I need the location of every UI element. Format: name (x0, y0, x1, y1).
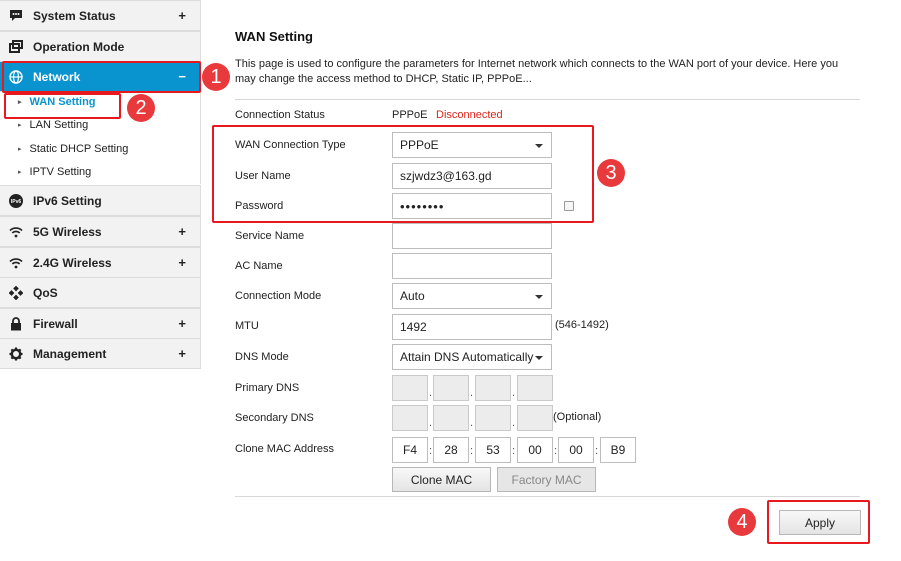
primary-dns-octet-2 (433, 375, 469, 401)
sidebar-subitem-lan-setting[interactable]: ▸ LAN Setting (18, 119, 88, 131)
primary-dns-octet-4 (517, 375, 553, 401)
expand-icon[interactable]: + (178, 346, 186, 361)
colon-separator: : (595, 445, 599, 457)
sidebar-item-label: System Status (33, 8, 116, 23)
step-badge-3: 3 (597, 159, 625, 187)
colon-separator: : (554, 445, 558, 457)
service-name-input[interactable] (392, 223, 552, 249)
svg-text:IPv6: IPv6 (11, 199, 22, 205)
sidebar-item-label: Firewall (33, 316, 78, 331)
page-description: This page is used to configure the param… (235, 58, 839, 85)
mac-octet-2[interactable]: 28 (433, 437, 469, 463)
dns-mode-select[interactable]: Attain DNS Automatically (392, 344, 552, 370)
sidebar-item-label: QoS (33, 285, 58, 300)
sidebar-subitem-iptv-setting[interactable]: ▸ IPTV Setting (18, 166, 91, 178)
sidebar-item-label: 5G Wireless (33, 224, 102, 239)
divider (235, 496, 860, 497)
divider (235, 99, 860, 100)
wifi-icon (9, 225, 23, 239)
dot-separator: . (512, 417, 516, 429)
secondary-dns-octet-2 (433, 405, 469, 431)
ac-name-label: AC Name (235, 260, 283, 272)
sidebar-item-5g-wireless[interactable]: 5G Wireless + (0, 216, 201, 247)
secondary-dns-octet-1 (392, 405, 428, 431)
step-badge-4: 4 (728, 508, 756, 536)
step-badge-1: 1 (202, 63, 230, 91)
connection-status-type: PPPoE (392, 109, 428, 121)
colon-separator: : (512, 445, 516, 457)
colon-separator: : (429, 445, 433, 457)
secondary-dns-hint: (Optional) (553, 411, 602, 423)
mtu-range-hint: (546-1492) (555, 319, 609, 331)
colon-separator: : (470, 445, 474, 457)
dot-separator: . (470, 387, 474, 399)
mtu-label: MTU (235, 320, 259, 332)
mtu-input[interactable]: 1492 (392, 314, 552, 340)
bullet-icon: ▸ (18, 146, 22, 153)
expand-icon[interactable]: + (178, 255, 186, 270)
primary-dns-octet-3 (475, 375, 511, 401)
lock-icon (9, 316, 23, 331)
sidebar-item-management[interactable]: Management + (0, 338, 201, 369)
bullet-icon: ▸ (18, 122, 22, 129)
mac-octet-1[interactable]: F4 (392, 437, 428, 463)
sidebar-item-label: IPv6 Setting (33, 193, 102, 208)
wifi-icon (9, 256, 23, 270)
highlight-apply (767, 500, 870, 544)
mac-octet-5[interactable]: 00 (558, 437, 594, 463)
sidebar-item-qos[interactable]: QoS (0, 277, 201, 308)
sidebar-item-operation-mode[interactable]: Operation Mode (0, 31, 201, 62)
service-name-label: Service Name (235, 230, 305, 242)
page-title: WAN Setting (235, 29, 313, 44)
expand-icon[interactable]: + (178, 316, 186, 331)
connection-mode-select[interactable]: Auto (392, 283, 552, 309)
dot-separator: . (429, 387, 433, 399)
windows-icon (9, 40, 23, 54)
connection-status-state: Disconnected (436, 109, 503, 121)
sidebar-subitem-static-dhcp[interactable]: ▸ Static DHCP Setting (18, 143, 128, 155)
sidebar-item-firewall[interactable]: Firewall + (0, 308, 201, 339)
mac-octet-3[interactable]: 53 (475, 437, 511, 463)
factory-mac-button[interactable]: Factory MAC (497, 467, 596, 492)
connection-mode-label: Connection Mode (235, 290, 322, 302)
mac-octet-4[interactable]: 00 (517, 437, 553, 463)
mac-octet-6[interactable]: B9 (600, 437, 636, 463)
sidebar-item-ipv6-setting[interactable]: IPv6 IPv6 Setting (0, 185, 201, 216)
secondary-dns-octet-4 (517, 405, 553, 431)
clone-mac-label: Clone MAC Address (235, 443, 335, 455)
dot-separator: . (429, 417, 433, 429)
primary-dns-octet-1 (392, 375, 428, 401)
clone-mac-button[interactable]: Clone MAC (392, 467, 491, 492)
sidebar-item-label: 2.4G Wireless (33, 255, 112, 270)
bullet-icon: ▸ (18, 169, 22, 176)
primary-dns-label: Primary DNS (235, 382, 300, 394)
highlight-credentials (212, 125, 594, 223)
sidebar-item-24g-wireless[interactable]: 2.4G Wireless + (0, 247, 201, 278)
sidebar-item-system-status[interactable]: System Status + (0, 0, 201, 31)
dot-separator: . (470, 417, 474, 429)
secondary-dns-octet-3 (475, 405, 511, 431)
ac-name-input[interactable] (392, 253, 552, 279)
ipv6-icon: IPv6 (9, 193, 23, 208)
expand-icon[interactable]: + (178, 224, 186, 239)
sidebar-item-label: Management (33, 346, 107, 361)
dns-mode-label: DNS Mode (235, 351, 289, 363)
expand-icon[interactable]: + (178, 8, 186, 23)
gear-icon (9, 347, 23, 361)
sidebar-item-label: Operation Mode (33, 39, 125, 54)
secondary-dns-label: Secondary DNS (235, 412, 314, 424)
qos-icon (9, 285, 23, 300)
step-badge-2: 2 (127, 94, 155, 122)
highlight-wan-setting (4, 93, 121, 119)
dot-separator: . (512, 387, 516, 399)
highlight-network (2, 61, 201, 93)
connection-status-label: Connection Status (235, 109, 325, 121)
chat-icon (9, 9, 23, 23)
